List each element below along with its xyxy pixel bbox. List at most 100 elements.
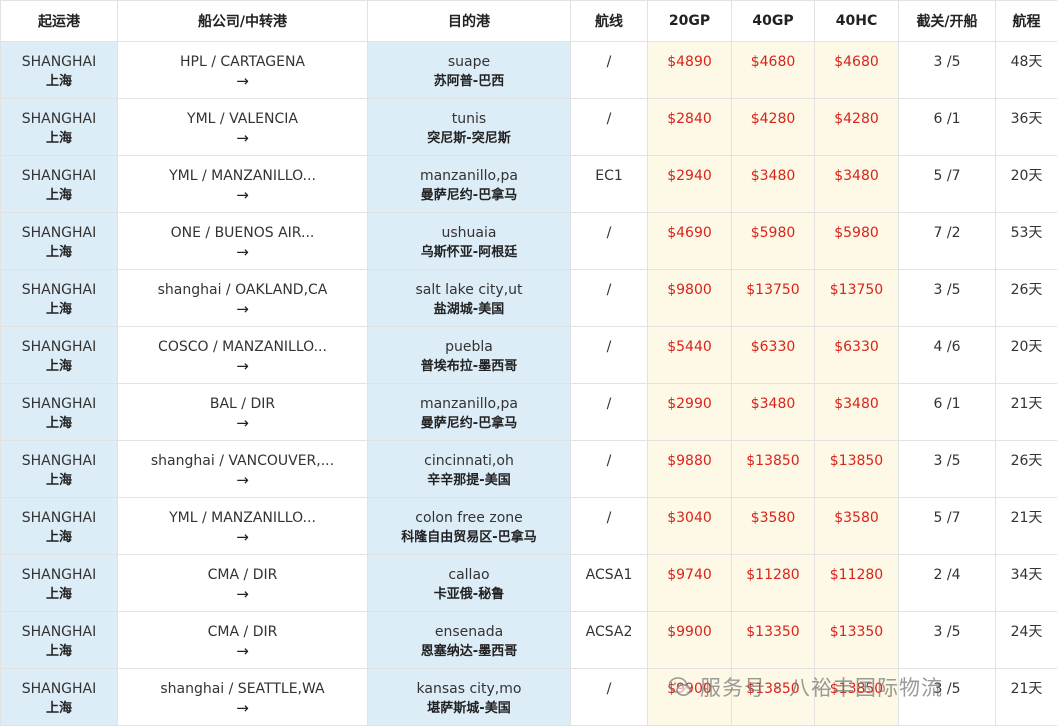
origin-port-en: SHANGHAI	[21, 567, 97, 583]
carrier-cell: COSCO / MANZANILLO... →	[117, 326, 368, 384]
origin-port-en: SHANGHAI	[21, 282, 97, 298]
origin-port-en: SHANGHAI	[21, 681, 97, 697]
cutoff-cell: 2 /4	[898, 554, 996, 612]
header-destination: 目的港	[367, 0, 571, 42]
price-40gp: $13350	[746, 624, 800, 640]
transit-time: 53天	[1010, 225, 1043, 241]
table-row[interactable]: SHANGHAI 上海 shanghai / VANCOUVER,... → cinci…	[0, 440, 1057, 498]
table-row[interactable]: SHANGHAI 上海 HPL / CARTAGENA → suape 苏阿普-巴西 / $4…	[0, 41, 1057, 99]
price-40hc-cell: $11280	[814, 554, 899, 612]
table-row[interactable]: SHANGHAI 上海 YML / MANZANILLO... → manzanillo…	[0, 155, 1057, 213]
route-code: /	[606, 681, 612, 697]
price-20gp: $9900	[667, 681, 712, 697]
price-20gp-cell: $9880	[647, 440, 732, 498]
price-40hc: $11280	[829, 567, 884, 583]
origin-port-en: SHANGHAI	[21, 168, 97, 184]
carrier-cell: YML / VALENCIA →	[117, 98, 368, 156]
header-cutoff: 截关/开船	[898, 0, 996, 42]
origin-port-cn: 上海	[45, 131, 72, 146]
origin-cell: SHANGHAI 上海	[0, 440, 118, 498]
origin-port-cn: 上海	[45, 188, 72, 203]
cutoff-sailing: 7 /2	[933, 225, 961, 241]
price-20gp-cell: $9740	[647, 554, 732, 612]
table-row[interactable]: SHANGHAI 上海 YML / MANZANILLO... → colon free…	[0, 497, 1057, 555]
destination-port-cn: 普埃布拉-墨西哥	[420, 359, 518, 374]
price-40gp: $13850	[746, 681, 800, 697]
price-20gp-cell: $2990	[647, 383, 732, 441]
price-40gp-cell: $5980	[731, 212, 815, 270]
table-row[interactable]: SHANGHAI 上海 shanghai / OAKLAND,CA → salt lak…	[0, 269, 1057, 327]
table-row[interactable]: SHANGHAI 上海 BAL / DIR → manzanillo,pa 曼萨尼约-巴拿…	[0, 383, 1057, 441]
price-40gp: $4280	[750, 111, 796, 127]
table-row[interactable]: SHANGHAI 上海 shanghai / SEATTLE,WA → kansas c…	[0, 668, 1057, 726]
destination-port-en: tunis	[451, 111, 487, 127]
destination-port-cn: 突尼斯-突尼斯	[427, 131, 511, 146]
origin-port-cn: 上海	[45, 587, 72, 602]
carrier-cell: shanghai / VANCOUVER,... →	[117, 440, 368, 498]
price-40gp: $13750	[746, 282, 800, 298]
route-cell: ACSA1	[570, 554, 648, 612]
destination-port-en: ushuaia	[441, 225, 497, 241]
route-cell: EC1	[570, 155, 648, 213]
table-row[interactable]: SHANGHAI 上海 ONE / BUENOS AIR... → ushuaia 乌斯怀…	[0, 212, 1057, 270]
carrier-cell: shanghai / OAKLAND,CA →	[117, 269, 368, 327]
destination-cell: puebla 普埃布拉-墨西哥	[367, 326, 571, 384]
price-20gp: $9800	[667, 282, 712, 298]
cutoff-sailing: 3 /5	[933, 54, 961, 70]
transit-cell: 48天	[995, 41, 1057, 99]
destination-port-cn: 堪萨斯城-美国	[427, 701, 511, 716]
table-row[interactable]: SHANGHAI 上海 YML / VALENCIA → tunis 突尼斯-突尼斯 / $2…	[0, 98, 1057, 156]
arrow-right-icon: →	[236, 186, 249, 204]
origin-cell: SHANGHAI 上海	[0, 155, 118, 213]
destination-port-en: manzanillo,pa	[419, 168, 519, 184]
arrow-right-icon: →	[236, 528, 249, 546]
transit-time: 21天	[1010, 396, 1043, 412]
destination-port-en: salt lake city,ut	[415, 282, 523, 298]
price-20gp: $3040	[667, 510, 712, 526]
destination-port-cn: 苏阿普-巴西	[433, 74, 505, 89]
table-row[interactable]: SHANGHAI 上海 CMA / DIR → callao 卡亚俄-秘鲁 ACSA1 $97…	[0, 554, 1057, 612]
rate-table-container: 起运港 船公司/中转港 目的港 航线 20GP 40GP 40HC 截关/开船 航程 SHANG…	[0, 0, 1057, 728]
carrier-transit-port: CMA / DIR	[207, 567, 278, 583]
price-40gp: $6330	[750, 339, 796, 355]
price-20gp: $4690	[667, 225, 712, 241]
price-40hc-cell: $4680	[814, 41, 899, 99]
price-20gp-cell: $3040	[647, 497, 732, 555]
route-cell: /	[570, 41, 648, 99]
carrier-cell: YML / MANZANILLO... →	[117, 497, 368, 555]
price-40hc: $3480	[834, 168, 879, 184]
price-40gp: $3480	[750, 168, 796, 184]
table-row[interactable]: SHANGHAI 上海 CMA / DIR → ensenada 恩塞纳达-墨西哥 ACSA…	[0, 611, 1057, 669]
transit-cell: 20天	[995, 326, 1057, 384]
cutoff-cell: 6 /1	[898, 383, 996, 441]
origin-cell: SHANGHAI 上海	[0, 668, 118, 726]
price-40gp-cell: $13350	[731, 611, 815, 669]
carrier-cell: CMA / DIR →	[117, 611, 368, 669]
header-40gp: 40GP	[731, 0, 815, 42]
price-40hc-cell: $4280	[814, 98, 899, 156]
route-cell: /	[570, 440, 648, 498]
arrow-right-icon: →	[236, 699, 249, 717]
cutoff-cell: 5 /7	[898, 155, 996, 213]
header-transit: 航程	[995, 0, 1057, 42]
destination-cell: callao 卡亚俄-秘鲁	[367, 554, 571, 612]
destination-cell: colon free zone 科隆自由贸易区-巴拿马	[367, 497, 571, 555]
price-40hc: $6330	[834, 339, 879, 355]
carrier-transit-port: CMA / DIR	[207, 624, 278, 640]
destination-port-cn: 曼萨尼约-巴拿马	[420, 188, 518, 203]
price-40gp-cell: $3580	[731, 497, 815, 555]
price-40hc-cell: $13850	[814, 668, 899, 726]
transit-cell: 21天	[995, 497, 1057, 555]
price-40hc: $3480	[834, 396, 879, 412]
route-cell: /	[570, 212, 648, 270]
table-row[interactable]: SHANGHAI 上海 COSCO / MANZANILLO... → puebla 普埃…	[0, 326, 1057, 384]
destination-port-en: puebla	[445, 339, 493, 355]
arrow-right-icon: →	[236, 357, 249, 375]
cutoff-cell: 3 /5	[898, 668, 996, 726]
price-40gp-cell: $13850	[731, 668, 815, 726]
arrow-right-icon: →	[236, 72, 249, 90]
destination-port-cn: 曼萨尼约-巴拿马	[420, 416, 518, 431]
route-cell: /	[570, 383, 648, 441]
origin-cell: SHANGHAI 上海	[0, 383, 118, 441]
cutoff-cell: 3 /5	[898, 269, 996, 327]
